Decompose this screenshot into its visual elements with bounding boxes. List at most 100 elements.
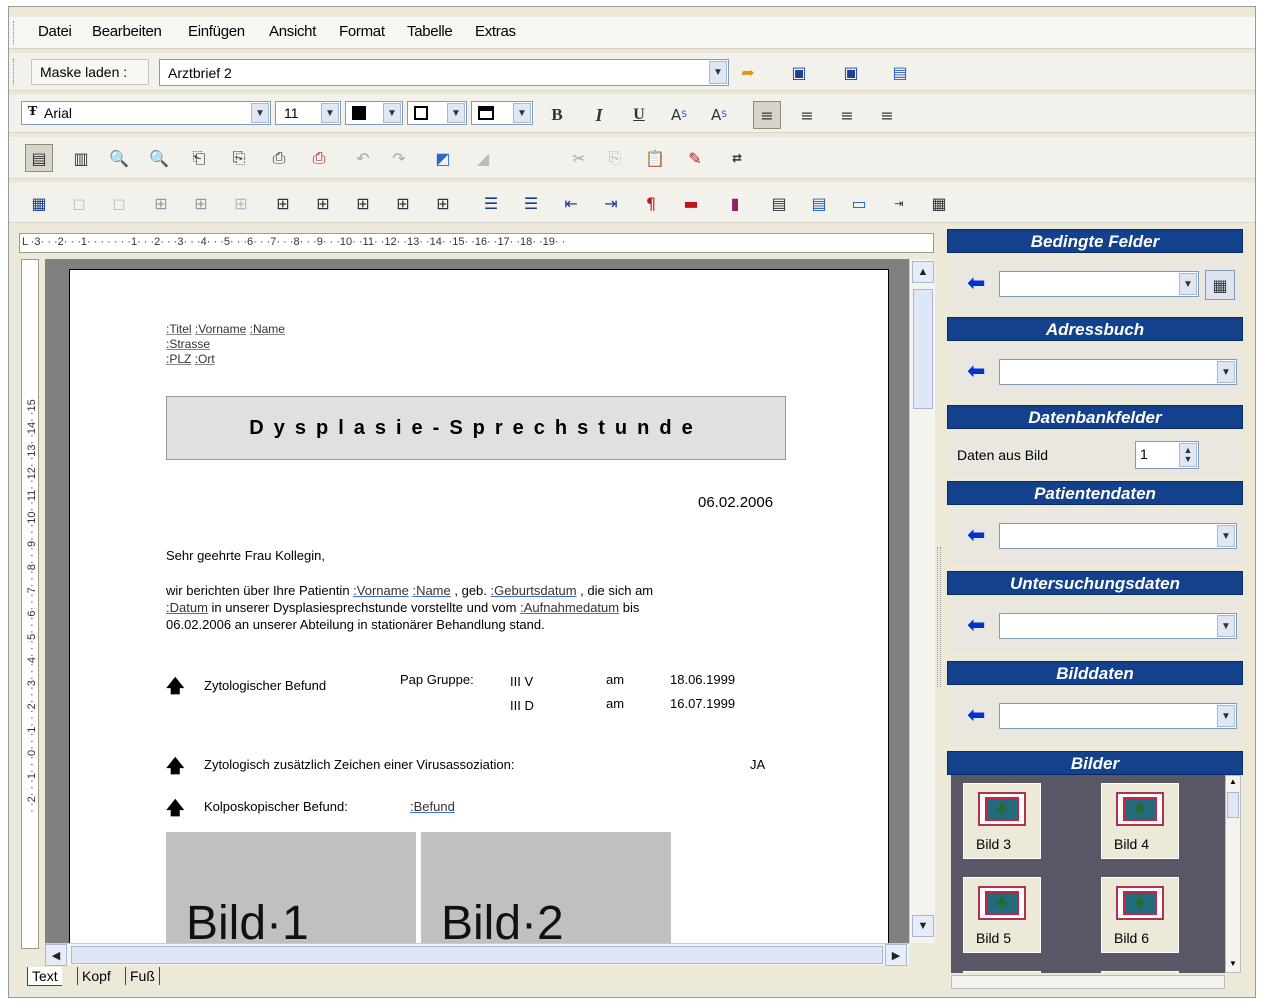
grid-icon[interactable]: ⊞ [389, 189, 417, 217]
field-geburtsdatum[interactable]: :Geburtsdatum [491, 583, 577, 598]
cell-icon[interactable]: ◻ [105, 189, 133, 217]
shade-icon[interactable]: ◢ [469, 144, 497, 172]
superscript-button[interactable]: AS [665, 101, 693, 129]
chevron-down-icon[interactable]: ▼ [447, 103, 465, 123]
redo-icon[interactable]: ↷ [385, 144, 413, 172]
thumbnail[interactable]: ♣ Bild 3 [963, 783, 1041, 859]
subscript-button[interactable]: AS [705, 101, 733, 129]
indent-increase-icon[interactable]: ⇥ [597, 189, 625, 217]
arrow-left-icon[interactable]: ⬅ [967, 615, 985, 637]
tab-text[interactable]: Text [27, 967, 62, 986]
field-name[interactable]: :Name [250, 322, 285, 336]
text-color-select[interactable]: ▼ [345, 101, 403, 125]
thumbnail[interactable]: ♣ Bild 5 [963, 877, 1041, 953]
grid-icon[interactable]: ⊞ [269, 189, 297, 217]
zoom-in-icon[interactable]: 🔍 [105, 144, 133, 172]
panel-header-adressbuch[interactable]: Adressbuch [947, 317, 1243, 341]
arrow-left-icon[interactable]: ⬅ [967, 525, 985, 547]
field-titel[interactable]: :Titel [166, 322, 192, 336]
horizontal-scrollbar[interactable]: ◀ ▶ [45, 943, 909, 966]
thumbnail[interactable] [963, 971, 1041, 973]
bedingte-select[interactable]: ▼ [999, 271, 1199, 297]
align-justify-icon[interactable]: ≡ [833, 101, 861, 129]
print-preview-icon[interactable]: ⎙ [305, 144, 333, 172]
thumbnail[interactable] [1101, 971, 1179, 973]
field-aufnahmedatum[interactable]: :Aufnahmedatum [520, 600, 619, 615]
panel-header-datenbank[interactable]: Datenbankfelder [947, 405, 1243, 429]
field-editor-icon[interactable]: ▦ [1205, 270, 1235, 300]
scroll-down-icon[interactable]: ▼ [1227, 959, 1239, 971]
numbered-list-icon[interactable]: ☰ [517, 189, 545, 217]
bild-index-stepper[interactable]: 1 ▲ ▼ [1135, 441, 1199, 469]
grid-icon[interactable]: ⊞ [309, 189, 337, 217]
horizontal-ruler[interactable]: L ·3· · ·2· · ·1· · · · · · ·1· · ·2· · … [19, 233, 934, 253]
menu-einfuegen[interactable]: Einfügen [188, 23, 245, 40]
menu-ansicht[interactable]: Ansicht [269, 23, 316, 40]
draft-view-icon[interactable]: ▥ [67, 144, 95, 172]
italic-button[interactable]: I [585, 101, 613, 129]
grid-icon[interactable]: ⊞ [187, 189, 215, 217]
copy-icon[interactable]: ⎘ [601, 144, 629, 172]
panel-header-bilddaten[interactable]: Bilddaten [947, 661, 1243, 685]
vertical-ruler[interactable]: · ·2· · ·1· · ·0· · ·1· · ·2· · ·3· · ·4… [21, 259, 39, 949]
field-strasse[interactable]: :Strasse [166, 337, 210, 351]
scroll-up-icon[interactable]: ▲ [1227, 777, 1239, 789]
thumbnail[interactable]: ♣ Bild 4 [1101, 783, 1179, 859]
header-icon[interactable]: ▤ [805, 189, 833, 217]
doc-icon[interactable]: ▤ [765, 189, 793, 217]
toolbar-grip[interactable] [13, 59, 16, 85]
scroll-left-icon[interactable]: ◀ [45, 944, 67, 966]
page-break-icon[interactable]: ▬ [677, 189, 705, 217]
bilddaten-select[interactable]: ▼ [999, 703, 1237, 729]
field-ort[interactable]: :Ort [195, 352, 215, 366]
cut-icon[interactable]: ✂ [565, 144, 593, 172]
menu-datei[interactable]: Datei [38, 23, 72, 40]
page-view-icon[interactable]: ▤ [25, 144, 53, 172]
field-datum[interactable]: :Datum [166, 600, 208, 615]
arrow-left-icon[interactable]: ⬅ [967, 273, 985, 295]
mask-select[interactable]: Arztbrief 2 ▼ [159, 59, 729, 86]
image-placeholder-2[interactable]: Bild·2 [421, 832, 671, 943]
page-prev-icon[interactable]: ⎗ [185, 144, 213, 172]
chevron-down-icon[interactable]: ▼ [251, 103, 269, 123]
panel-header-bilder[interactable]: Bilder [947, 751, 1243, 775]
section-icon[interactable]: ▮ [721, 189, 749, 217]
field-befund[interactable]: :Befund [410, 799, 455, 814]
field-vorname[interactable]: :Vorname [195, 322, 246, 336]
panel-header-untersuchung[interactable]: Untersuchungsdaten [947, 571, 1243, 595]
chevron-down-icon[interactable]: ▼ [1179, 273, 1197, 295]
gallery-scrollbar[interactable]: ▲ ▼ [1225, 775, 1241, 973]
underline-button[interactable]: U [625, 101, 653, 129]
adressbuch-select[interactable]: ▼ [999, 359, 1237, 385]
menu-format[interactable]: Format [339, 23, 385, 40]
align-right-icon[interactable]: ≡ [873, 101, 901, 129]
chevron-down-icon[interactable]: ▼ [1217, 361, 1235, 383]
field-name[interactable]: :Name [412, 583, 450, 598]
table-insert-icon[interactable]: ▦ [25, 189, 53, 217]
vertical-scrollbar[interactable]: ▲ ▼ [909, 259, 935, 943]
align-center-icon[interactable]: ≡ [793, 101, 821, 129]
chevron-down-icon[interactable]: ▼ [1217, 615, 1235, 637]
format-painter-icon[interactable]: ✎ [681, 144, 709, 172]
grid-icon[interactable]: ⊞ [147, 189, 175, 217]
grid-icon[interactable]: ⊞ [349, 189, 377, 217]
indent-decrease-icon[interactable]: ⇤ [557, 189, 585, 217]
print-icon[interactable]: ⎙ [265, 144, 293, 172]
bold-button[interactable]: B [543, 101, 571, 129]
chevron-down-icon[interactable]: ▼ [513, 103, 531, 123]
menu-extras[interactable]: Extras [475, 23, 516, 40]
tab-fuss[interactable]: Fuß [125, 967, 160, 985]
align-left-icon[interactable]: ≡ [753, 101, 781, 129]
replace-icon[interactable]: ⇄ [723, 144, 751, 172]
gallery-hscrollbar[interactable] [951, 975, 1225, 989]
frame-select[interactable]: ▼ [471, 101, 533, 125]
grid-icon[interactable]: ⊞ [429, 189, 457, 217]
page-next-icon[interactable]: ⎘ [225, 144, 253, 172]
font-select[interactable]: Ŧ Arial ▼ [21, 101, 271, 125]
paste-icon[interactable]: 📋 [641, 144, 669, 172]
cell-icon[interactable]: ◻ [65, 189, 93, 217]
font-size-select[interactable]: 11 ▼ [275, 101, 341, 125]
chevron-down-icon[interactable]: ▼ [1217, 525, 1235, 547]
menubar-grip[interactable] [13, 21, 16, 45]
arrow-left-icon[interactable]: ⬅ [967, 361, 985, 383]
